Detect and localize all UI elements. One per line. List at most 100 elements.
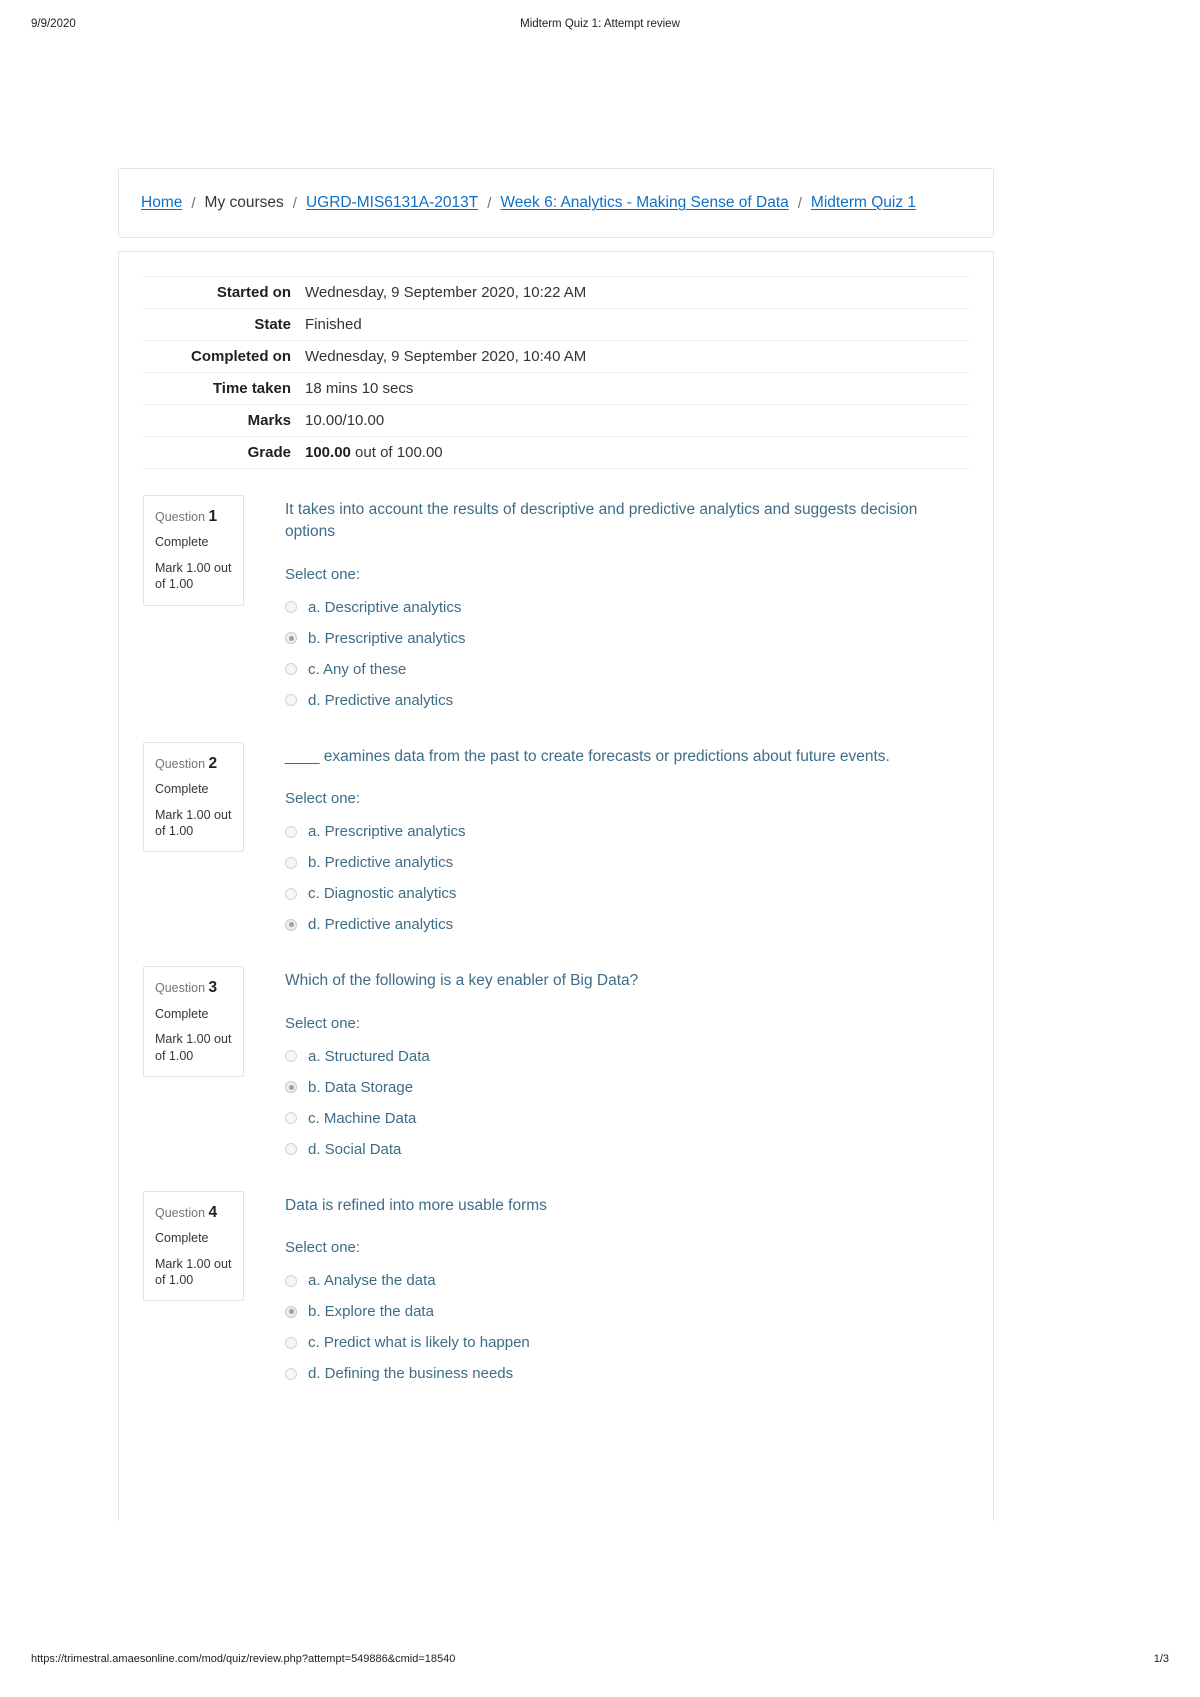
summary-row-value: Wednesday, 9 September 2020, 10:22 AM [305, 284, 587, 301]
answer-option[interactable]: b. Explore the data [285, 1296, 969, 1327]
summary-row-label: Completed on [191, 348, 291, 365]
summary-row: Time taken 18 mins 10 secs [143, 373, 969, 405]
print-footer-page: 1/3 [1153, 1653, 1169, 1665]
question-mark: Mark 1.00 out of 1.00 [155, 1032, 232, 1063]
radio-unselected-icon[interactable] [285, 663, 297, 676]
radio-unselected-icon[interactable] [285, 1143, 297, 1156]
radio-unselected-icon[interactable] [285, 1336, 297, 1349]
answer-option-label: a. Structured Data [308, 1047, 430, 1065]
select-one-label: Select one: [285, 1014, 361, 1032]
answer-option-label: a. Prescriptive analytics [308, 823, 466, 841]
radio-unselected-icon[interactable] [285, 1112, 297, 1125]
summary-row: Marks 10.00/10.00 [143, 405, 969, 437]
question-state: Complete [155, 782, 209, 797]
radio-unselected-icon[interactable] [285, 694, 297, 707]
radio-unselected-icon[interactable] [285, 856, 297, 869]
radio-unselected-icon[interactable] [285, 1050, 297, 1063]
print-header: 9/9/2020 Midterm Quiz 1: Attempt review [0, 18, 1200, 34]
summary-row: State Finished [143, 309, 969, 341]
answer-options-list: a. Descriptive analytics b. Prescriptive … [285, 592, 969, 716]
answer-option[interactable]: c. Diagnostic analytics [285, 878, 969, 909]
page-content: Home / My courses / UGRD-MIS6131A-2013T / Week… [118, 168, 994, 1521]
question-block-3: Question 3 Complete Mark 1.00 out of 1.00 W… [143, 966, 969, 1164]
answer-option-label: d. Social Data [308, 1140, 402, 1158]
answer-option[interactable]: d. Social Data [285, 1134, 969, 1165]
breadcrumb-item-2: My courses [204, 194, 284, 211]
answer-option[interactable]: b. Data Storage [285, 1072, 969, 1103]
answer-option-label: d. Predictive analytics [308, 691, 454, 709]
summary-row: Grade 100.00 out of 100.00 [143, 437, 969, 469]
radio-unselected-icon[interactable] [285, 1367, 297, 1380]
answer-option[interactable]: a. Structured Data [285, 1041, 969, 1072]
question-block-4: Question 4 Complete Mark 1.00 out of 1.00 D… [143, 1190, 969, 1389]
answer-option[interactable]: c. Any of these [285, 654, 969, 685]
print-footer-url: https://trimestral.amaesonline.com/mod/q… [31, 1653, 456, 1665]
radio-unselected-icon[interactable] [285, 1274, 297, 1287]
breadcrumb-separator: / [292, 194, 297, 212]
summary-row-value: 18 mins 10 secs [305, 380, 414, 397]
print-footer: https://trimestral.amaesonline.com/mod/q… [0, 1653, 1200, 1669]
summary-row-value: 10.00/10.00 [305, 412, 385, 429]
question-text: Data is refined into more usable forms [285, 1196, 547, 1214]
question-body: ____ examines data from the past to crea… [244, 742, 969, 940]
summary-row-label: Grade [247, 444, 291, 461]
radio-selected-icon[interactable] [285, 1305, 297, 1318]
question-number: Question 2 [155, 754, 218, 772]
question-number-value: 2 [208, 754, 218, 772]
radio-unselected-icon[interactable] [285, 601, 297, 614]
answer-option[interactable]: c. Predict what is likely to happen [285, 1327, 969, 1358]
question-body: Data is refined into more usable forms Se… [244, 1191, 969, 1389]
question-state: Complete [155, 1231, 209, 1246]
breadcrumb-item-3[interactable]: UGRD-MIS6131A-2013T [306, 194, 478, 212]
select-one-label: Select one: [285, 790, 361, 808]
breadcrumb-card: Home / My courses / UGRD-MIS6131A-2013T / Week… [118, 168, 994, 238]
summary-row: Started on Wednesday, 9 September 2020, 1… [143, 276, 969, 309]
question-number-value: 4 [208, 1203, 218, 1221]
summary-row-label: Started on [216, 284, 291, 301]
radio-unselected-icon[interactable] [285, 825, 297, 838]
question-number-value: 3 [208, 979, 218, 997]
answer-option-label: b. Predictive analytics [308, 854, 454, 872]
answer-option[interactable]: a. Descriptive analytics [285, 592, 969, 623]
summary-row-label: Time taken [212, 380, 291, 397]
answer-options-list: a. Analyse the data b. Explore the data c.… [285, 1265, 969, 1389]
select-one-label: Select one: [285, 565, 361, 583]
question-body: It takes into account the results of des… [244, 495, 969, 716]
quiz-review-card: Started on Wednesday, 9 September 2020, 1… [118, 251, 994, 1521]
question-mark: Mark 1.00 out of 1.00 [155, 1256, 232, 1288]
print-header-title: Midterm Quiz 1: Attempt review [520, 18, 680, 30]
breadcrumb-item-4[interactable]: Week 6: Analytics - Making Sense of Data [500, 194, 788, 212]
summary-row-label: Marks [247, 412, 291, 429]
breadcrumb-separator: / [797, 194, 802, 212]
answer-option[interactable]: d. Defining the business needs [285, 1358, 969, 1389]
radio-selected-icon[interactable] [285, 1081, 297, 1094]
answer-option[interactable]: a. Prescriptive analytics [285, 816, 969, 847]
answer-option-label: c. Machine Data [308, 1109, 417, 1127]
breadcrumb-separator: / [191, 194, 196, 212]
breadcrumb-item-5[interactable]: Midterm Quiz 1 [811, 194, 916, 212]
summary-row-value: 100.00 out of 100.00 [305, 444, 443, 461]
radio-selected-icon[interactable] [285, 918, 297, 931]
question-state: Complete [155, 535, 209, 550]
radio-unselected-icon[interactable] [285, 887, 297, 900]
question-number: Question 3 [155, 979, 218, 997]
question-number-value: 1 [208, 508, 218, 525]
answer-option[interactable]: a. Analyse the data [285, 1265, 969, 1296]
summary-row-label: State [254, 316, 291, 333]
radio-selected-icon[interactable] [285, 632, 297, 645]
answer-option[interactable]: c. Machine Data [285, 1103, 969, 1134]
breadcrumb: Home / My courses / UGRD-MIS6131A-2013T / Week… [141, 194, 916, 212]
question-text: ____ examines data from the past to crea… [285, 747, 890, 765]
question-info-box: Question 2 Complete Mark 1.00 out of 1.00 [143, 741, 244, 853]
answer-option[interactable]: d. Predictive analytics [285, 685, 969, 716]
breadcrumb-item-1[interactable]: Home [141, 194, 182, 212]
questions-list: Question 1 Complete Mark 1.00 out of 1.00 I… [143, 495, 969, 1389]
answer-option[interactable]: d. Predictive analytics [285, 909, 969, 940]
answer-option-label: b. Prescriptive analytics [308, 629, 466, 647]
answer-options-list: a. Prescriptive analytics b. Predictive a… [285, 816, 969, 940]
answer-option[interactable]: b. Prescriptive analytics [285, 623, 969, 654]
answer-option-label: a. Descriptive analytics [308, 598, 462, 616]
answer-option[interactable]: b. Predictive analytics [285, 847, 969, 878]
question-mark: Mark 1.00 out of 1.00 [155, 561, 232, 592]
answer-option-label: c. Predict what is likely to happen [308, 1334, 530, 1352]
